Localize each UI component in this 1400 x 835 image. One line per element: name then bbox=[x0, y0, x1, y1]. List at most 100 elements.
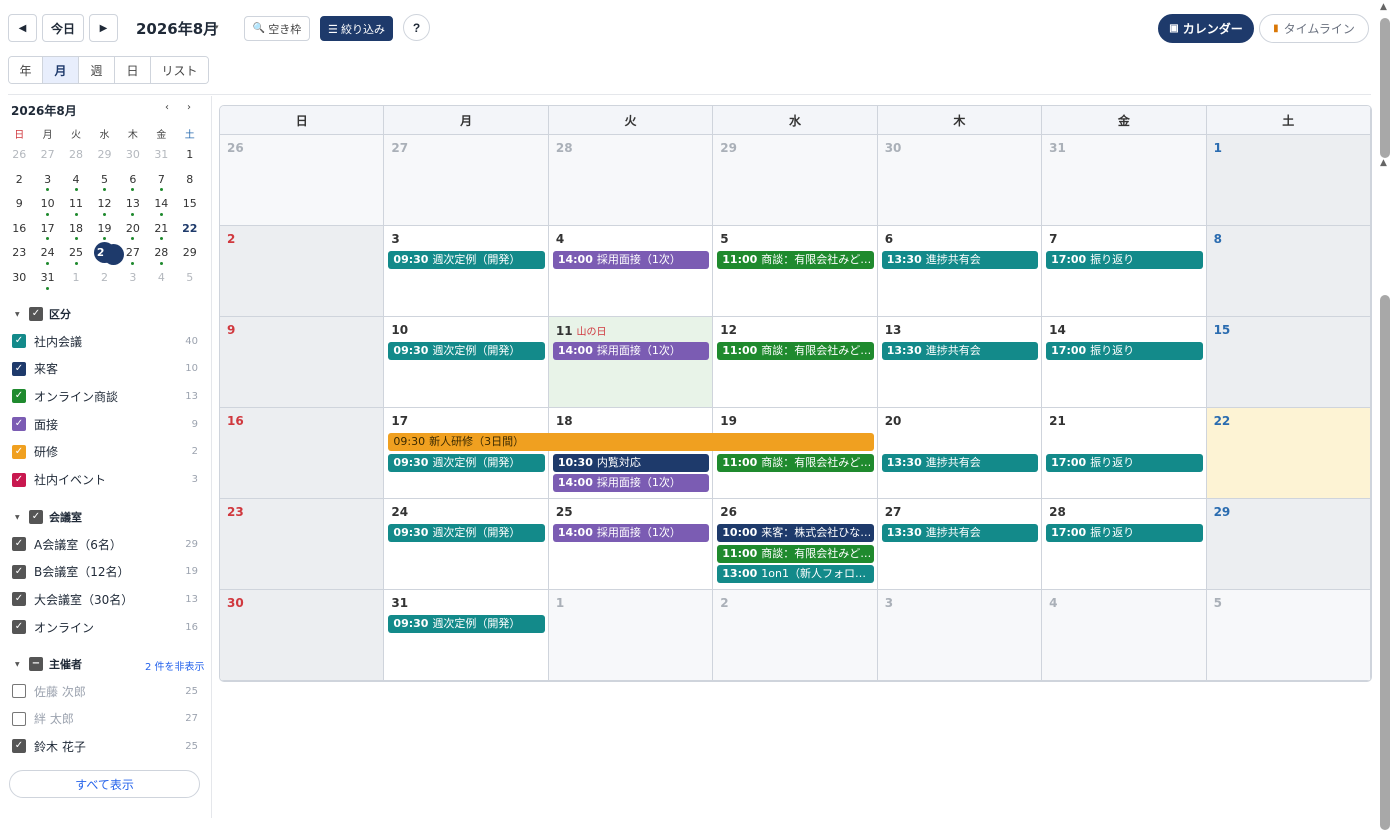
checkbox[interactable]: ✓ bbox=[12, 620, 26, 635]
event[interactable]: 14:00 採用面接（1次） bbox=[552, 474, 710, 492]
filter-section-header[interactable]: ▼ ✓ 会議室 bbox=[15, 509, 82, 525]
filter-item[interactable]: ✓ オンライン商談 13 bbox=[12, 386, 198, 406]
today-button[interactable]: 今日 bbox=[42, 14, 84, 42]
help-button[interactable]: ? bbox=[403, 14, 430, 41]
caret-down-icon[interactable]: ▾ bbox=[215, 23, 219, 31]
day-cell[interactable]: 30 bbox=[220, 590, 385, 681]
caret-down-icon[interactable]: ▼ bbox=[15, 311, 23, 318]
mini-day[interactable]: 11 bbox=[62, 192, 90, 217]
checkbox[interactable]: ✓ bbox=[12, 444, 26, 459]
prev-month-button[interactable]: ◀ bbox=[8, 14, 37, 42]
filter-item[interactable]: ✓ B会議室（12名） 19 bbox=[12, 562, 198, 582]
event[interactable]: 14:00 採用面接（1次） bbox=[552, 342, 710, 360]
checkbox[interactable]: ✓ bbox=[12, 389, 26, 404]
mini-day[interactable]: 30 bbox=[119, 143, 147, 168]
filter-item[interactable]: ✓ 鈴木 花子 25 bbox=[12, 736, 198, 756]
mini-day[interactable]: 30 bbox=[5, 266, 33, 291]
day-cell[interactable]: 8 bbox=[1206, 226, 1371, 317]
mini-day[interactable]: 7 bbox=[147, 168, 175, 193]
day-cell[interactable]: 31 bbox=[1042, 135, 1207, 226]
checkbox[interactable]: ✓ bbox=[12, 417, 26, 432]
calendar-view-button[interactable]: ▣ カレンダー bbox=[1158, 14, 1254, 43]
mini-day[interactable]: 15 bbox=[176, 192, 204, 217]
day-cell[interactable]: 28 bbox=[1042, 499, 1207, 590]
view-tab[interactable]: 年 bbox=[9, 57, 43, 83]
mini-day[interactable]: 29 bbox=[176, 241, 204, 266]
event[interactable]: 11:00 商談：有限会社みどり… bbox=[717, 342, 874, 360]
mini-day[interactable]: 4 bbox=[62, 168, 90, 193]
vacancy-button[interactable]: 🔍 空き枠 bbox=[244, 16, 310, 41]
filter-item[interactable]: ✓ 研修 2 bbox=[12, 442, 198, 462]
mini-day[interactable]: 8 bbox=[176, 168, 204, 193]
day-cell[interactable]: 28 bbox=[548, 135, 714, 226]
event[interactable]: 17:00 振り返り bbox=[1046, 524, 1203, 542]
event[interactable]: 09:30 週次定例（開発） bbox=[388, 251, 545, 269]
event[interactable]: 09:30 週次定例（開発） bbox=[388, 453, 545, 472]
mini-day[interactable]: 27 bbox=[119, 241, 147, 266]
mini-day[interactable]: 20 bbox=[119, 217, 147, 242]
day-cell[interactable]: 15 bbox=[1206, 317, 1371, 408]
mini-day[interactable]: 25 bbox=[62, 241, 90, 266]
mini-day[interactable]: 26 bbox=[90, 241, 124, 266]
mini-next-icon[interactable]: › bbox=[187, 102, 191, 113]
mini-day[interactable]: 31 bbox=[33, 266, 61, 291]
filter-item[interactable]: ✓ 面接 9 bbox=[12, 414, 198, 434]
mini-day[interactable]: 5 bbox=[90, 168, 118, 193]
mini-day[interactable]: 16 bbox=[5, 217, 33, 242]
mini-day[interactable]: 2 bbox=[90, 266, 118, 291]
event[interactable]: 17:00 振り返り bbox=[1046, 453, 1203, 472]
scrollbar-thumb[interactable] bbox=[1380, 295, 1390, 830]
filter-section-header[interactable]: ▼ − 主催者 bbox=[15, 656, 82, 672]
event[interactable]: 14:00 採用面接（1次） bbox=[552, 251, 710, 269]
event[interactable]: 09:30 週次定例（開発） bbox=[388, 615, 545, 633]
mini-day[interactable]: 29 bbox=[90, 143, 118, 168]
event[interactable]: 13:30 進捗共有会 bbox=[881, 251, 1039, 269]
checkbox[interactable]: ✓ bbox=[12, 361, 26, 376]
mini-day[interactable]: 5 bbox=[176, 266, 204, 291]
mini-day[interactable]: 21 bbox=[147, 217, 175, 242]
event[interactable]: 13:30 進捗共有会 bbox=[881, 453, 1039, 472]
day-cell[interactable]: 23 bbox=[220, 499, 385, 590]
filter-item[interactable]: ✓ 大会議室（30名） 13 bbox=[12, 589, 198, 609]
event[interactable]: 09:30 週次定例（開発） bbox=[388, 524, 545, 542]
mini-day[interactable]: 9 bbox=[5, 192, 33, 217]
mini-day[interactable]: 22 bbox=[176, 217, 204, 242]
view-tab[interactable]: 週 bbox=[79, 57, 115, 83]
filter-item[interactable]: ✓ 来客 10 bbox=[12, 359, 198, 379]
mini-day[interactable]: 14 bbox=[147, 192, 175, 217]
caret-down-icon[interactable]: ▼ bbox=[15, 514, 23, 521]
checkbox[interactable]: ✓ bbox=[12, 592, 26, 607]
day-cell[interactable]: 24 bbox=[384, 499, 549, 590]
day-cell[interactable]: 10 bbox=[384, 317, 549, 408]
filter-item[interactable]: 絆 太郎 27 bbox=[12, 709, 198, 729]
day-cell[interactable]: 29 bbox=[1206, 499, 1371, 590]
event[interactable]: 17:00 振り返り bbox=[1046, 251, 1203, 269]
next-month-button[interactable]: ▶ bbox=[89, 14, 118, 42]
mini-day[interactable]: 1 bbox=[62, 266, 90, 291]
checkbox[interactable]: ✓ bbox=[12, 472, 26, 487]
mini-day[interactable]: 3 bbox=[33, 168, 61, 193]
day-cell[interactable]: 26 bbox=[220, 135, 385, 226]
mini-day[interactable]: 4 bbox=[147, 266, 175, 291]
mini-day[interactable]: 17 bbox=[33, 217, 61, 242]
show-all-button[interactable]: すべて表示 bbox=[9, 770, 200, 798]
filter-item[interactable]: ✓ 社内イベント 3 bbox=[12, 470, 198, 490]
checkbox[interactable] bbox=[12, 684, 26, 698]
mini-day[interactable]: 2 bbox=[5, 168, 33, 193]
section-checkbox[interactable]: − bbox=[29, 657, 43, 671]
filter-button[interactable]: ☰ 絞り込み bbox=[320, 16, 393, 41]
caret-down-icon[interactable]: ▼ bbox=[15, 661, 23, 668]
day-cell[interactable]: 29 bbox=[713, 135, 878, 226]
event[interactable]: 10:00 来客：株式会社ひなた… bbox=[717, 524, 874, 542]
filter-item[interactable]: ✓ A会議室（6名） 29 bbox=[12, 534, 198, 554]
mini-day[interactable]: 28 bbox=[147, 241, 175, 266]
event[interactable]: 09:30 週次定例（開発） bbox=[388, 342, 545, 360]
day-cell[interactable]: 22 bbox=[1206, 408, 1371, 499]
event[interactable]: 13:00 1on1（新人フォロー） bbox=[717, 565, 874, 583]
checkbox[interactable]: ✓ bbox=[12, 334, 26, 348]
event[interactable]: 14:00 採用面接（1次） bbox=[552, 524, 710, 542]
event[interactable]: 17:00 振り返り bbox=[1046, 342, 1203, 360]
mini-day[interactable]: 24 bbox=[33, 241, 61, 266]
day-cell[interactable]: 9 bbox=[220, 317, 385, 408]
event[interactable]: 10:30 内覧対応 bbox=[552, 453, 710, 472]
